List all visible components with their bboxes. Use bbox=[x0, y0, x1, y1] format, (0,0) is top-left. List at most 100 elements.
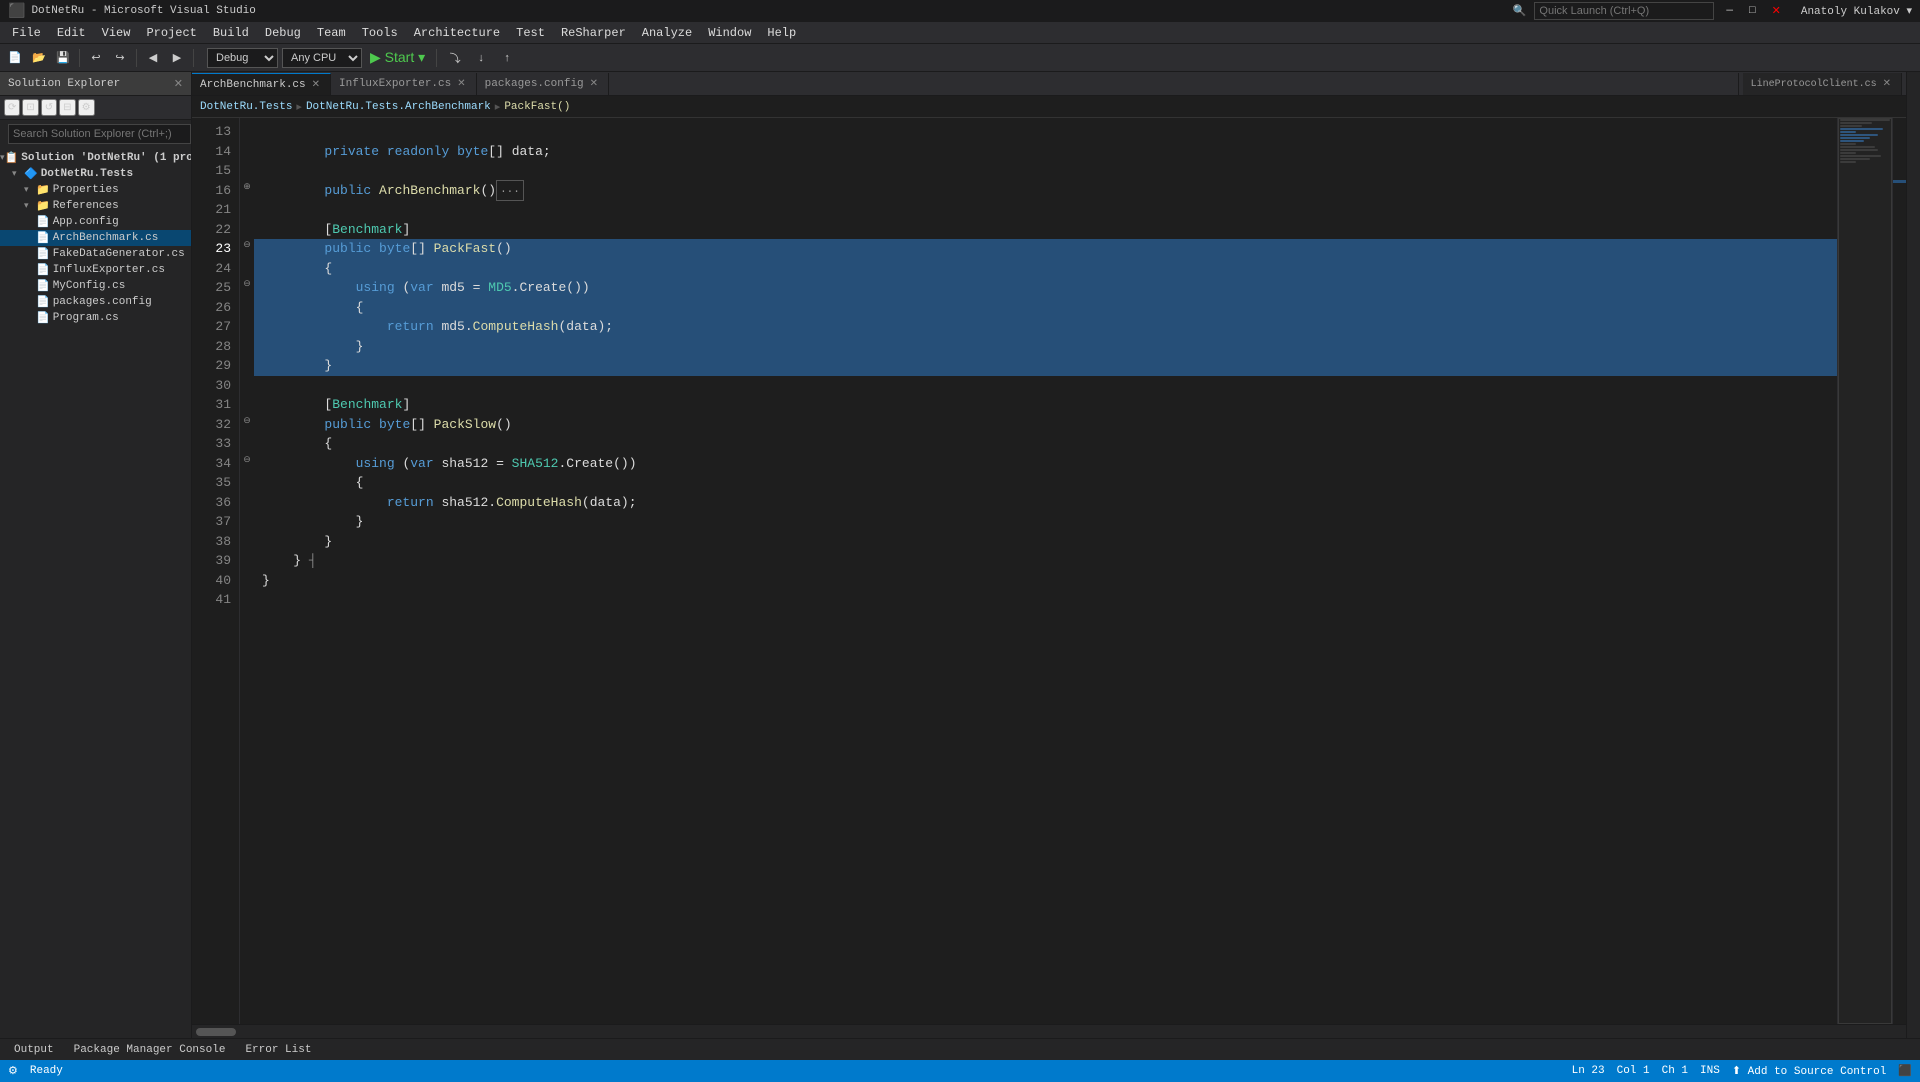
menu-project[interactable]: Project bbox=[138, 22, 204, 43]
fold-16[interactable]: ⊕ bbox=[241, 181, 253, 193]
se-refresh-btn[interactable]: ↺ bbox=[41, 99, 57, 116]
se-collapse-btn[interactable]: ⊟ bbox=[59, 99, 75, 116]
linenum-28: 28 bbox=[200, 337, 231, 357]
cpu-dropdown[interactable]: Any CPU x86 x64 bbox=[282, 48, 362, 68]
breadcrumb-class[interactable]: DotNetRu.Tests.ArchBenchmark bbox=[306, 101, 491, 113]
se-tree-item[interactable]: ▾🔷DotNetRu.Tests bbox=[0, 166, 191, 182]
fold-column: ⊕ ⊖ ⊖ ⊖ ⊖ bbox=[240, 118, 254, 1024]
step-into-btn[interactable]: ↓ bbox=[470, 47, 492, 69]
overview-bar[interactable] bbox=[1892, 118, 1906, 1024]
linenum-14: 14 bbox=[200, 142, 231, 162]
menu-architecture[interactable]: Architecture bbox=[406, 22, 508, 43]
breadcrumb-project[interactable]: DotNetRu.Tests bbox=[200, 101, 292, 113]
start-button[interactable]: ▶ Start ▾ bbox=[366, 49, 429, 66]
tab-package-manager[interactable]: Package Manager Console bbox=[64, 1039, 236, 1061]
config-dropdown[interactable]: Debug Release bbox=[207, 48, 278, 68]
status-source-control[interactable]: ⬆ Add to Source Control bbox=[1732, 1064, 1886, 1078]
quick-launch-input[interactable] bbox=[1534, 2, 1714, 20]
linenum-25: 25 bbox=[200, 278, 231, 298]
menu-edit[interactable]: Edit bbox=[49, 22, 94, 43]
minimap-viewport[interactable] bbox=[1838, 118, 1892, 1024]
tab-archbenchmark-close[interactable]: ✕ bbox=[310, 79, 322, 91]
code-line-27: return md5.ComputeHash(data); bbox=[254, 317, 1837, 337]
maximize-button[interactable]: □ bbox=[1745, 5, 1760, 17]
tab-influxexporter-close[interactable]: ✕ bbox=[455, 78, 467, 90]
se-tree-item[interactable]: ▾📁Properties bbox=[0, 182, 191, 198]
fold-32-minus[interactable]: ⊖ bbox=[241, 415, 253, 427]
step-out-btn[interactable]: ↑ bbox=[496, 47, 518, 69]
tab-archbenchmark[interactable]: ArchBenchmark.cs ✕ bbox=[192, 73, 331, 95]
se-filter-btn[interactable]: ⊡ bbox=[22, 99, 38, 116]
step-over-btn[interactable]: ⤵ bbox=[444, 47, 466, 69]
undo-btn[interactable]: ↩ bbox=[85, 47, 107, 69]
tab-lineprotocol[interactable]: LineProtocolClient.cs ✕ bbox=[1743, 73, 1902, 95]
tab-error-list[interactable]: Error List bbox=[235, 1039, 321, 1061]
se-tree-item[interactable]: 📄FakeDataGenerator.cs bbox=[0, 246, 191, 262]
save-btn[interactable]: 💾 bbox=[52, 47, 74, 69]
menu-bar: File Edit View Project Build Debug Team … bbox=[0, 22, 1920, 44]
status-ln: Ln 23 bbox=[1572, 1065, 1605, 1077]
source-control-icon: ⬆ bbox=[1732, 1066, 1741, 1078]
se-tree-item[interactable]: 📄ArchBenchmark.cs bbox=[0, 230, 191, 246]
se-close-btn[interactable]: ✕ bbox=[174, 77, 183, 91]
se-tree-item[interactable]: 📄Program.cs bbox=[0, 310, 191, 326]
menu-debug[interactable]: Debug bbox=[257, 22, 309, 43]
app-title: DotNetRu - Microsoft Visual Studio bbox=[31, 5, 255, 17]
tab-packages[interactable]: packages.config ✕ bbox=[477, 73, 609, 95]
menu-view[interactable]: View bbox=[94, 22, 139, 43]
tab-output[interactable]: Output bbox=[4, 1039, 64, 1061]
menu-file[interactable]: File bbox=[4, 22, 49, 43]
code-content[interactable]: private readonly byte[] data; public Arc… bbox=[254, 118, 1837, 1024]
tab-lineprotocol-close[interactable]: ✕ bbox=[1881, 78, 1893, 90]
nav-back-btn[interactable]: ◀ bbox=[142, 47, 164, 69]
menu-test[interactable]: Test bbox=[508, 22, 553, 43]
se-tree-item[interactable]: ▾📋Solution 'DotNetRu' (1 project) bbox=[0, 150, 191, 166]
open-btn[interactable]: 📂 bbox=[28, 47, 50, 69]
minimize-button[interactable]: — bbox=[1722, 5, 1737, 17]
fold-23-minus[interactable]: ⊖ bbox=[241, 239, 253, 251]
nav-fwd-btn[interactable]: ▶ bbox=[166, 47, 188, 69]
se-tree-item[interactable]: 📄InfluxExporter.cs bbox=[0, 262, 191, 278]
solution-explorer: Solution Explorer ✕ ⟳ ⊡ ↺ ⊟ ⚙ ▾📋Solution… bbox=[0, 72, 192, 1038]
se-search-input[interactable] bbox=[8, 124, 191, 144]
se-tree-item[interactable]: 📄packages.config bbox=[0, 294, 191, 310]
code-line-29: } bbox=[254, 356, 1837, 376]
se-toolbar: ⟳ ⊡ ↺ ⊟ ⚙ bbox=[0, 96, 191, 120]
linenum-40: 40 bbox=[200, 571, 231, 591]
se-settings-btn[interactable]: ⚙ bbox=[78, 99, 95, 116]
status-ch: Ch 1 bbox=[1662, 1065, 1688, 1077]
redo-btn[interactable]: ↪ bbox=[109, 47, 131, 69]
hscroll[interactable] bbox=[192, 1024, 1906, 1038]
code-line-31: [Benchmark] bbox=[254, 395, 1837, 415]
breadcrumb-sep2: ▸ bbox=[495, 100, 501, 114]
tab-influxexporter[interactable]: InfluxExporter.cs ✕ bbox=[331, 73, 477, 95]
hscroll-thumb[interactable] bbox=[196, 1028, 236, 1036]
new-project-btn[interactable]: 📄 bbox=[4, 47, 26, 69]
menu-analyze[interactable]: Analyze bbox=[634, 22, 700, 43]
se-tree-item[interactable]: 📄MyConfig.cs bbox=[0, 278, 191, 294]
menu-tools[interactable]: Tools bbox=[354, 22, 406, 43]
code-line-16: public ArchBenchmark()... bbox=[254, 181, 1837, 201]
code-line-35: { bbox=[254, 473, 1837, 493]
se-search-container bbox=[0, 120, 191, 148]
tab-packages-close[interactable]: ✕ bbox=[588, 78, 600, 90]
se-tree-item[interactable]: 📄App.config bbox=[0, 214, 191, 230]
menu-window[interactable]: Window bbox=[700, 22, 759, 43]
menu-resharper[interactable]: ReSharper bbox=[553, 22, 634, 43]
editor-breadcrumb: DotNetRu.Tests ▸ DotNetRu.Tests.ArchBenc… bbox=[192, 96, 1906, 118]
breadcrumb-method[interactable]: PackFast() bbox=[504, 101, 570, 113]
fold-34-minus[interactable]: ⊖ bbox=[241, 454, 253, 466]
menu-help[interactable]: Help bbox=[759, 22, 804, 43]
se-tree-item[interactable]: ▾📁References bbox=[0, 198, 191, 214]
menu-build[interactable]: Build bbox=[205, 22, 257, 43]
title-bar-right[interactable]: 🔍 — □ ✕ Anatoly Kulakov ▾ bbox=[1513, 2, 1912, 20]
code-line-24: { bbox=[254, 259, 1837, 279]
menu-team[interactable]: Team bbox=[309, 22, 354, 43]
minimap bbox=[1837, 118, 1892, 1024]
fold-25-minus[interactable]: ⊖ bbox=[241, 278, 253, 290]
linenum-33: 33 bbox=[200, 434, 231, 454]
linenum-15: 15 bbox=[200, 161, 231, 181]
code-line-15 bbox=[254, 161, 1837, 181]
close-button[interactable]: ✕ bbox=[1768, 4, 1785, 18]
se-sync-btn[interactable]: ⟳ bbox=[4, 99, 20, 116]
